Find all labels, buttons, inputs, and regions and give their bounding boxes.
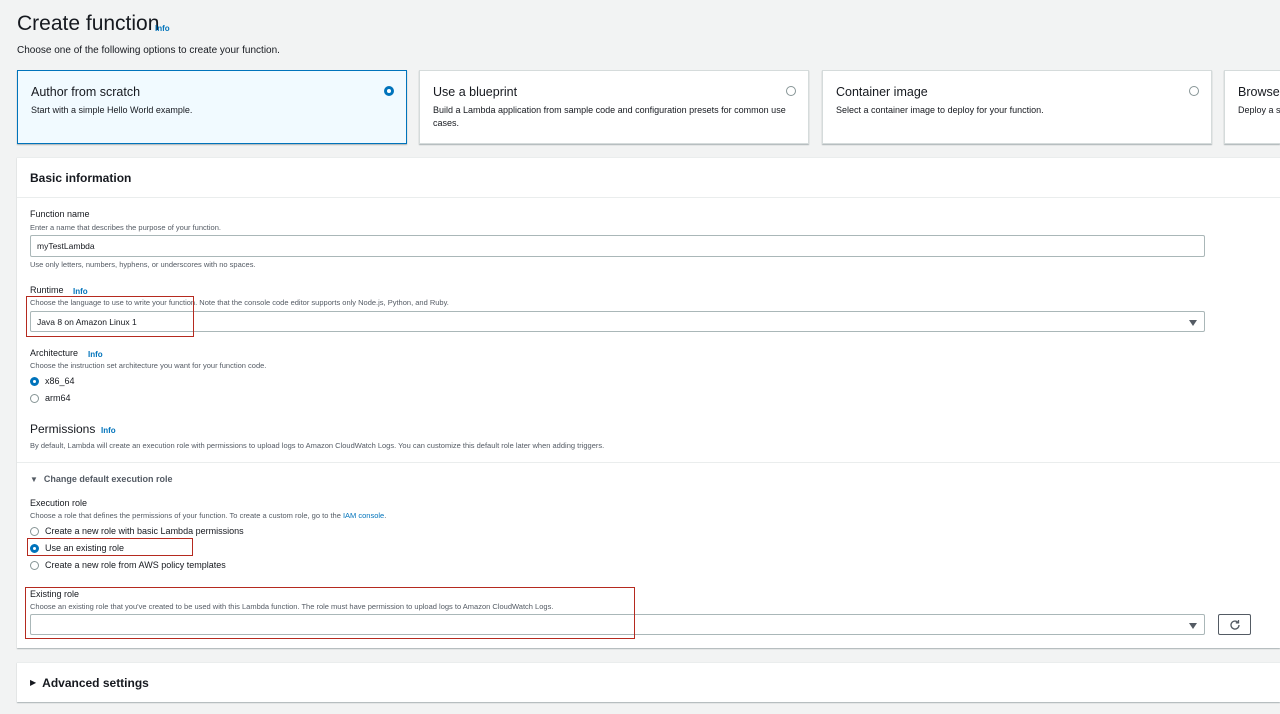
radio-button[interactable] bbox=[30, 393, 39, 403]
function-name-label: Function name bbox=[30, 209, 90, 219]
runtime-highlight-box bbox=[26, 296, 194, 337]
option-title: Browse bbox=[1238, 85, 1280, 99]
title-info-link[interactable]: Info bbox=[155, 24, 170, 33]
runtime-info-link[interactable]: Info bbox=[73, 287, 88, 296]
page-title: Create function bbox=[17, 12, 160, 35]
permissions-heading: Permissions bbox=[30, 422, 96, 436]
option-desc: Build a Lambda application from sample c… bbox=[433, 105, 786, 128]
option-title: Author from scratch bbox=[31, 85, 141, 99]
option-title: Container image bbox=[836, 85, 928, 99]
option-browse[interactable]: Browse Deploy a s bbox=[1224, 70, 1280, 144]
role-option-policy-templates[interactable]: Create a new role from AWS policy templa… bbox=[30, 560, 226, 570]
caret-right-icon: ▶ bbox=[30, 678, 37, 687]
option-use-blueprint[interactable]: Use a blueprint Build a Lambda applicati… bbox=[419, 70, 809, 144]
radio-label: arm64 bbox=[45, 393, 71, 403]
execution-role-label: Execution role bbox=[30, 498, 88, 508]
option-desc: Select a container image to deploy for y… bbox=[836, 105, 1044, 115]
radio-button[interactable] bbox=[30, 560, 39, 570]
permissions-info-link[interactable]: Info bbox=[101, 426, 116, 435]
change-role-toggle[interactable]: ▼ Change default execution role bbox=[30, 474, 172, 484]
execution-role-desc: Choose a role that defines the permissio… bbox=[30, 511, 386, 520]
radio-button[interactable] bbox=[30, 376, 39, 386]
refresh-icon bbox=[1229, 619, 1240, 630]
radio-label: x86_64 bbox=[45, 376, 75, 386]
change-role-label: Change default execution role bbox=[43, 474, 173, 484]
option-radio[interactable] bbox=[384, 86, 394, 96]
architecture-option-arm64[interactable]: arm64 bbox=[30, 393, 71, 403]
advanced-settings-label: Advanced settings bbox=[42, 675, 149, 690]
existing-role-highlight-box bbox=[27, 538, 193, 556]
chevron-down-icon bbox=[1189, 623, 1197, 629]
option-radio[interactable] bbox=[1189, 86, 1199, 96]
option-radio[interactable] bbox=[786, 86, 796, 96]
architecture-option-x86[interactable]: x86_64 bbox=[30, 376, 75, 386]
role-option-new-basic[interactable]: Create a new role with basic Lambda perm… bbox=[30, 526, 244, 536]
option-author-from-scratch[interactable]: Author from scratch Start with a simple … bbox=[17, 70, 407, 144]
option-desc: Deploy a s bbox=[1238, 105, 1280, 115]
function-name-desc: Enter a name that describes the purpose … bbox=[30, 223, 221, 232]
function-name-value: myTestLambda bbox=[37, 241, 95, 251]
architecture-info-link[interactable]: Info bbox=[88, 350, 103, 359]
chevron-down-icon bbox=[1189, 320, 1197, 326]
iam-console-link[interactable]: IAM console bbox=[343, 511, 384, 520]
option-desc: Start with a simple Hello World example. bbox=[31, 105, 193, 115]
runtime-select[interactable]: Java 8 on Amazon Linux 1 bbox=[30, 311, 1205, 332]
advanced-settings-panel[interactable]: ▶ Advanced settings bbox=[17, 662, 1280, 702]
execution-role-desc-suffix: . bbox=[384, 511, 387, 520]
panel-heading: Basic information bbox=[17, 158, 1280, 198]
page-subtitle: Choose one of the following options to c… bbox=[17, 45, 280, 56]
function-name-input[interactable]: myTestLambda bbox=[30, 235, 1205, 257]
radio-label: Create a new role from AWS policy templa… bbox=[45, 560, 226, 570]
architecture-label: Architecture bbox=[30, 348, 79, 358]
refresh-roles-button[interactable] bbox=[1218, 614, 1251, 635]
architecture-desc: Choose the instruction set architecture … bbox=[30, 361, 267, 370]
runtime-label: Runtime bbox=[30, 285, 64, 295]
function-name-constraint: Use only letters, numbers, hyphens, or u… bbox=[30, 260, 256, 269]
existing-role-section-highlight-box bbox=[25, 587, 635, 639]
execution-role-desc-text: Choose a role that defines the permissio… bbox=[30, 511, 343, 520]
permissions-desc: By default, Lambda will create an execut… bbox=[30, 441, 605, 450]
option-container-image[interactable]: Container image Select a container image… bbox=[822, 70, 1212, 144]
section-divider bbox=[17, 462, 1280, 463]
radio-button[interactable] bbox=[30, 526, 39, 536]
option-title: Use a blueprint bbox=[433, 85, 518, 99]
caret-down-icon: ▼ bbox=[30, 474, 38, 484]
radio-label: Create a new role with basic Lambda perm… bbox=[45, 526, 244, 536]
